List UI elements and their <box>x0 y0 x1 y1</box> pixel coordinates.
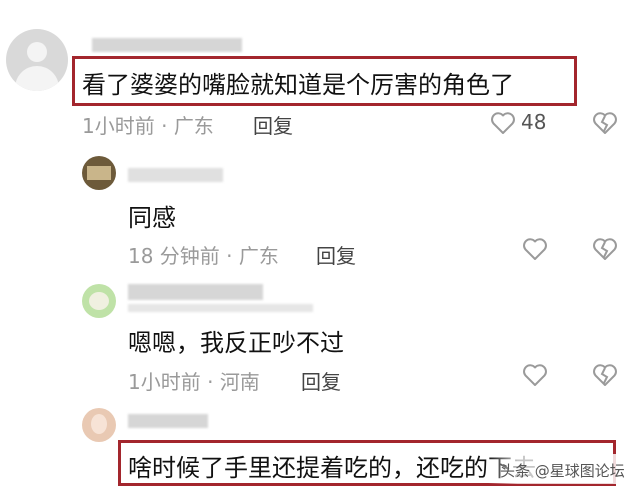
meta-separator: · <box>207 370 214 394</box>
comment-meta: 1小时前 · 广东 <box>82 110 214 139</box>
avatar-image-shape <box>91 414 107 434</box>
comment-text: 啥时候了手里还提着吃的，还吃的下去 <box>128 454 536 482</box>
comment-meta: 18 分钟前 · 广东 <box>128 240 279 269</box>
comment-time: 1小时前 <box>128 370 201 394</box>
like-count: 48 <box>521 110 547 134</box>
broken-heart-icon[interactable] <box>592 111 618 135</box>
avatar[interactable] <box>6 29 68 91</box>
broken-heart-icon[interactable] <box>592 237 618 261</box>
broken-heart-icon[interactable] <box>592 363 618 387</box>
comment-location: 广东 <box>173 114 214 138</box>
avatar[interactable] <box>82 284 116 318</box>
watermark: 头条 @星球图论坛 <box>500 462 625 480</box>
heart-icon[interactable] <box>522 363 548 387</box>
heart-icon[interactable] <box>490 111 516 135</box>
avatar[interactable] <box>82 408 116 442</box>
avatar-body-shape <box>15 66 59 91</box>
username-redacted <box>128 414 208 428</box>
username-redacted <box>128 304 313 312</box>
reply-button[interactable]: 回复 <box>301 366 341 395</box>
reply-button[interactable]: 回复 <box>253 110 293 139</box>
meta-separator: · <box>226 244 233 268</box>
avatar[interactable] <box>82 156 116 190</box>
comment-meta: 1小时前 · 河南 <box>128 366 260 395</box>
comment-location: 河南 <box>219 370 260 394</box>
avatar-image-shape <box>87 166 111 180</box>
comment-time: 1小时前 <box>82 114 155 138</box>
username-redacted <box>128 168 223 182</box>
avatar-image-shape <box>89 292 109 310</box>
reply-button[interactable]: 回复 <box>316 240 356 269</box>
avatar-head-shape <box>27 42 47 62</box>
comment-text: 嗯嗯，我反正吵不过 <box>128 329 344 357</box>
meta-separator: · <box>161 114 168 138</box>
comment-text: 看了婆婆的嘴脸就知道是个厉害的角色了 <box>82 71 514 99</box>
comment-time: 18 分钟前 <box>128 244 220 268</box>
username-redacted <box>92 38 242 52</box>
heart-icon[interactable] <box>522 237 548 261</box>
username-redacted <box>128 284 263 300</box>
comment-location: 广东 <box>238 244 279 268</box>
comment-text: 同感 <box>128 204 176 232</box>
